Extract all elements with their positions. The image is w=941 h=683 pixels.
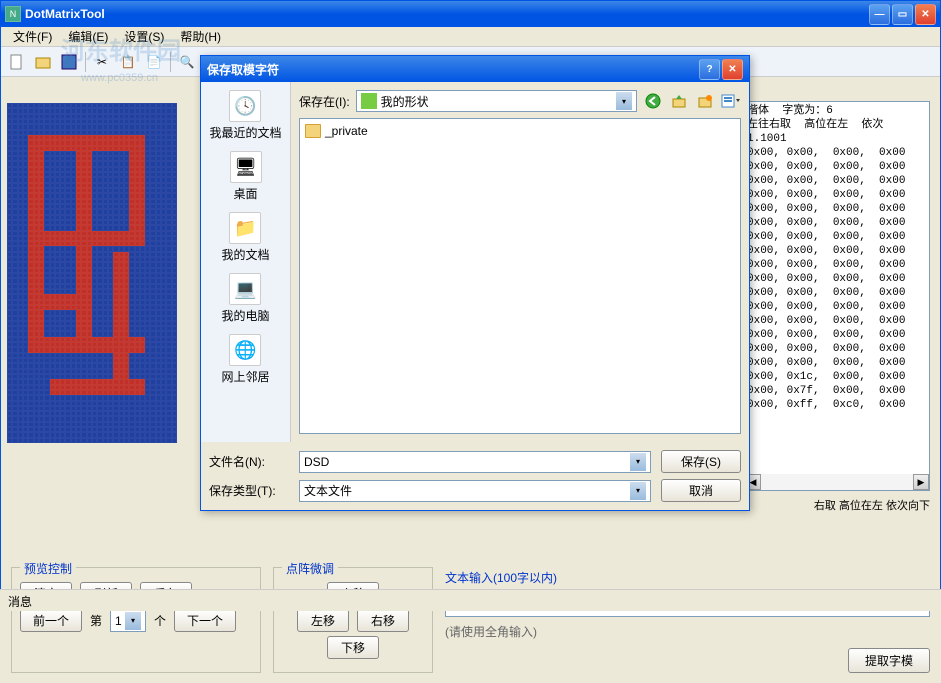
menu-file[interactable]: 文件(F): [5, 26, 60, 47]
window-title: DotMatrixTool: [25, 7, 869, 21]
scroll-track[interactable]: [761, 474, 913, 490]
network-icon: 🌐: [229, 334, 261, 366]
desktop-icon: 🖥: [230, 151, 262, 183]
filename-input[interactable]: DSD▾: [299, 451, 651, 473]
paste-icon[interactable]: 📄: [142, 50, 166, 74]
dialog-title: 保存取模字符: [207, 61, 699, 78]
view-menu-icon[interactable]: [721, 91, 741, 111]
filename-label: 文件名(N):: [209, 453, 289, 470]
maximize-button[interactable]: ▭: [892, 4, 913, 25]
cancel-button[interactable]: 取消: [661, 479, 741, 502]
minimize-button[interactable]: —: [869, 4, 890, 25]
new-icon[interactable]: [5, 50, 29, 74]
main-titlebar: N DotMatrixTool — ▭ ✕: [1, 1, 940, 27]
menubar: 文件(F) 编辑(E) 设置(S) 帮助(H): [1, 27, 940, 47]
bottom-area: 预览控制 清空 刷新 反色 前一个 第 1▾ 个 下一个 点阵微调 上移 左移 …: [1, 567, 940, 683]
computer-icon: 💻: [229, 273, 261, 305]
recent-icon: 🕓: [229, 90, 261, 122]
chevron-down-icon: ▾: [630, 453, 646, 471]
folder-icon: [305, 124, 321, 138]
output-footer: 右取 高位在左 依次向下: [814, 497, 930, 513]
scroll-right-icon[interactable]: ▶: [913, 474, 929, 490]
status-text: 消息: [8, 595, 32, 609]
extract-button[interactable]: 提取字模: [848, 648, 930, 673]
move-left-button[interactable]: 左移: [297, 609, 349, 632]
output-text: 楷体 字宽为：6 左往右取 高位在左 依次 1.1001 0x00, 0x00,…: [745, 102, 929, 414]
index-prefix: 第: [90, 612, 102, 629]
filetype-label: 保存类型(T):: [209, 482, 289, 499]
up-icon[interactable]: [669, 91, 689, 111]
textinput-group: 文本输入(100字以内) 取模工具 (请使用全角输入) 提取字模: [445, 567, 930, 673]
new-folder-icon[interactable]: [695, 91, 715, 111]
output-panel[interactable]: 楷体 字宽为：6 左往右取 高位在左 依次 1.1001 0x00, 0x00,…: [744, 101, 930, 491]
folder-icon: [361, 93, 377, 109]
chevron-down-icon: ▾: [630, 482, 646, 500]
menu-help[interactable]: 帮助(H): [172, 26, 229, 47]
preview-control-group: 预览控制 清空 刷新 反色 前一个 第 1▾ 个 下一个: [11, 567, 261, 673]
menu-settings[interactable]: 设置(S): [116, 26, 172, 47]
preview-control-title: 预览控制: [20, 560, 76, 577]
menu-edit[interactable]: 编辑(E): [60, 26, 116, 47]
save-button[interactable]: 保存(S): [661, 450, 741, 473]
save-icon[interactable]: [57, 50, 81, 74]
chevron-down-icon: ▾: [616, 92, 632, 110]
output-scrollbar[interactable]: ◀ ▶: [745, 474, 929, 490]
dialog-close-button[interactable]: ✕: [722, 59, 743, 80]
dotmatrix-preview: [7, 103, 177, 443]
zoom-icon[interactable]: 🔍: [175, 50, 199, 74]
adjust-group: 点阵微调 上移 左移 右移 下移: [273, 567, 433, 673]
open-icon[interactable]: [31, 50, 55, 74]
mydocs-icon: 📁: [229, 212, 261, 244]
help-button[interactable]: ?: [699, 59, 720, 80]
statusbar: 消息: [0, 589, 941, 611]
place-mydocs[interactable]: 📁我的文档: [221, 212, 269, 263]
next-button[interactable]: 下一个: [174, 609, 236, 632]
move-right-button[interactable]: 右移: [357, 609, 409, 632]
back-icon[interactable]: [643, 91, 663, 111]
copy-icon[interactable]: 📋: [116, 50, 140, 74]
save-dialog: 保存取模字符 ? ✕ 🕓我最近的文档 🖥桌面 📁我的文档 💻我的电脑 🌐网上邻居…: [200, 55, 750, 511]
app-icon: N: [5, 6, 21, 22]
place-recent[interactable]: 🕓我最近的文档: [209, 90, 281, 141]
adjust-title: 点阵微调: [282, 560, 338, 577]
textinput-hint: (请使用全角输入): [445, 623, 930, 640]
place-network[interactable]: 🌐网上邻居: [221, 334, 269, 385]
move-down-button[interactable]: 下移: [327, 636, 379, 659]
list-item[interactable]: _private: [304, 123, 736, 139]
location-combo[interactable]: 我的形状 ▾: [356, 90, 637, 112]
file-list[interactable]: _private: [299, 118, 741, 434]
close-button[interactable]: ✕: [915, 4, 936, 25]
place-mycomputer[interactable]: 💻我的电脑: [221, 273, 269, 324]
place-desktop[interactable]: 🖥桌面: [230, 151, 262, 202]
prev-button[interactable]: 前一个: [20, 609, 82, 632]
textinput-title: 文本输入(100字以内): [445, 569, 930, 586]
index-suffix: 个: [154, 612, 166, 629]
filetype-combo[interactable]: 文本文件▾: [299, 480, 651, 502]
cut-icon[interactable]: ✂: [90, 50, 114, 74]
places-bar: 🕓我最近的文档 🖥桌面 📁我的文档 💻我的电脑 🌐网上邻居: [201, 82, 291, 442]
index-spinner[interactable]: 1▾: [110, 610, 146, 632]
save-in-label: 保存在(I):: [299, 93, 350, 110]
dialog-titlebar: 保存取模字符 ? ✕: [201, 56, 749, 82]
